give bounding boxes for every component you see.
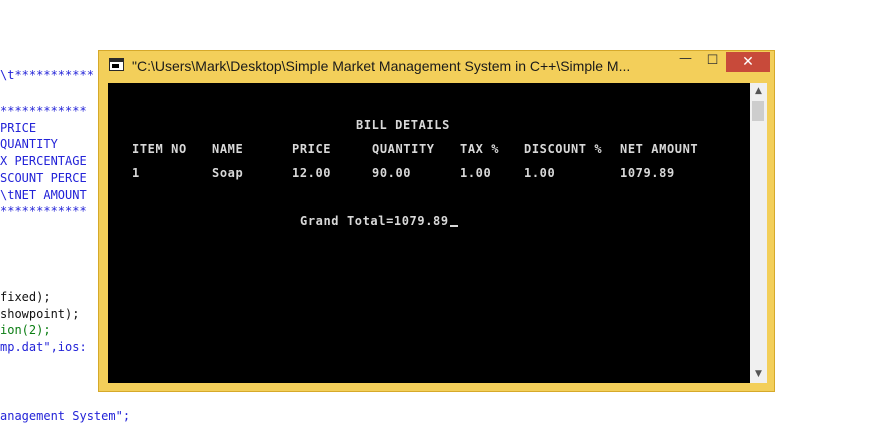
code-line-13: anagement System"; <box>0 409 131 423</box>
console-window[interactable]: "C:\Users\Mark\Desktop\Simple Market Man… <box>98 50 775 392</box>
code-line-12: mp.dat",ios: <box>0 340 87 354</box>
scroll-down-icon[interactable]: ▼ <box>750 366 767 383</box>
code-line-11: ion(2); <box>0 323 51 337</box>
bill-heading: BILL DETAILS <box>356 118 450 132</box>
grand-total: Grand Total=1079.89 <box>300 214 449 228</box>
vertical-scrollbar[interactable]: ▲ ▼ <box>750 83 767 383</box>
window-title: "C:\Users\Mark\Desktop\Simple Market Man… <box>132 58 631 74</box>
cell-discount: 1.00 <box>524 166 556 180</box>
cell-net-amount: 1079.89 <box>620 166 675 180</box>
code-line-2: ************ <box>0 104 87 118</box>
grand-total-line: Grand Total=1079.89 <box>300 214 458 228</box>
header-quantity: QUANTITY <box>372 142 435 156</box>
close-button[interactable]: ✕ <box>726 52 770 72</box>
header-price: PRICE <box>292 142 332 156</box>
code-line-4: QUANTITY <box>0 137 58 151</box>
cell-tax: 1.00 <box>460 166 492 180</box>
minimize-button[interactable]: — <box>672 52 699 72</box>
cell-name: Soap <box>212 166 244 180</box>
console-app-icon[interactable] <box>109 58 124 71</box>
console-output[interactable]: BILL DETAILS ITEM NO NAME PRICE QUANTITY… <box>108 83 750 383</box>
code-line-6: SCOUNT PERCE <box>0 171 87 185</box>
code-line-10: showpoint); <box>0 307 80 321</box>
header-net-amount: NET AMOUNT <box>620 142 699 156</box>
cell-item-no: 1 <box>132 166 140 180</box>
cell-quantity: 90.00 <box>372 166 412 180</box>
code-line-5: X PERCENTAGE <box>0 154 87 168</box>
scroll-thumb[interactable] <box>752 101 764 121</box>
code-line-3: PRICE <box>0 121 37 135</box>
header-discount: DISCOUNT % <box>524 142 603 156</box>
maximize-button[interactable]: ☐ <box>699 52 726 72</box>
code-line-1: \t*********** <box>0 68 94 82</box>
text-cursor <box>449 225 458 227</box>
code-line-8: ************ <box>0 204 87 218</box>
header-item-no: ITEM NO <box>132 142 187 156</box>
cell-price: 12.00 <box>292 166 332 180</box>
code-line-7: \tNET AMOUNT <box>0 188 87 202</box>
header-tax: TAX % <box>460 142 500 156</box>
scroll-up-icon[interactable]: ▲ <box>750 83 767 100</box>
code-line-9: fixed); <box>0 290 51 304</box>
header-name: NAME <box>212 142 244 156</box>
title-bar[interactable]: "C:\Users\Mark\Desktop\Simple Market Man… <box>99 51 774 81</box>
